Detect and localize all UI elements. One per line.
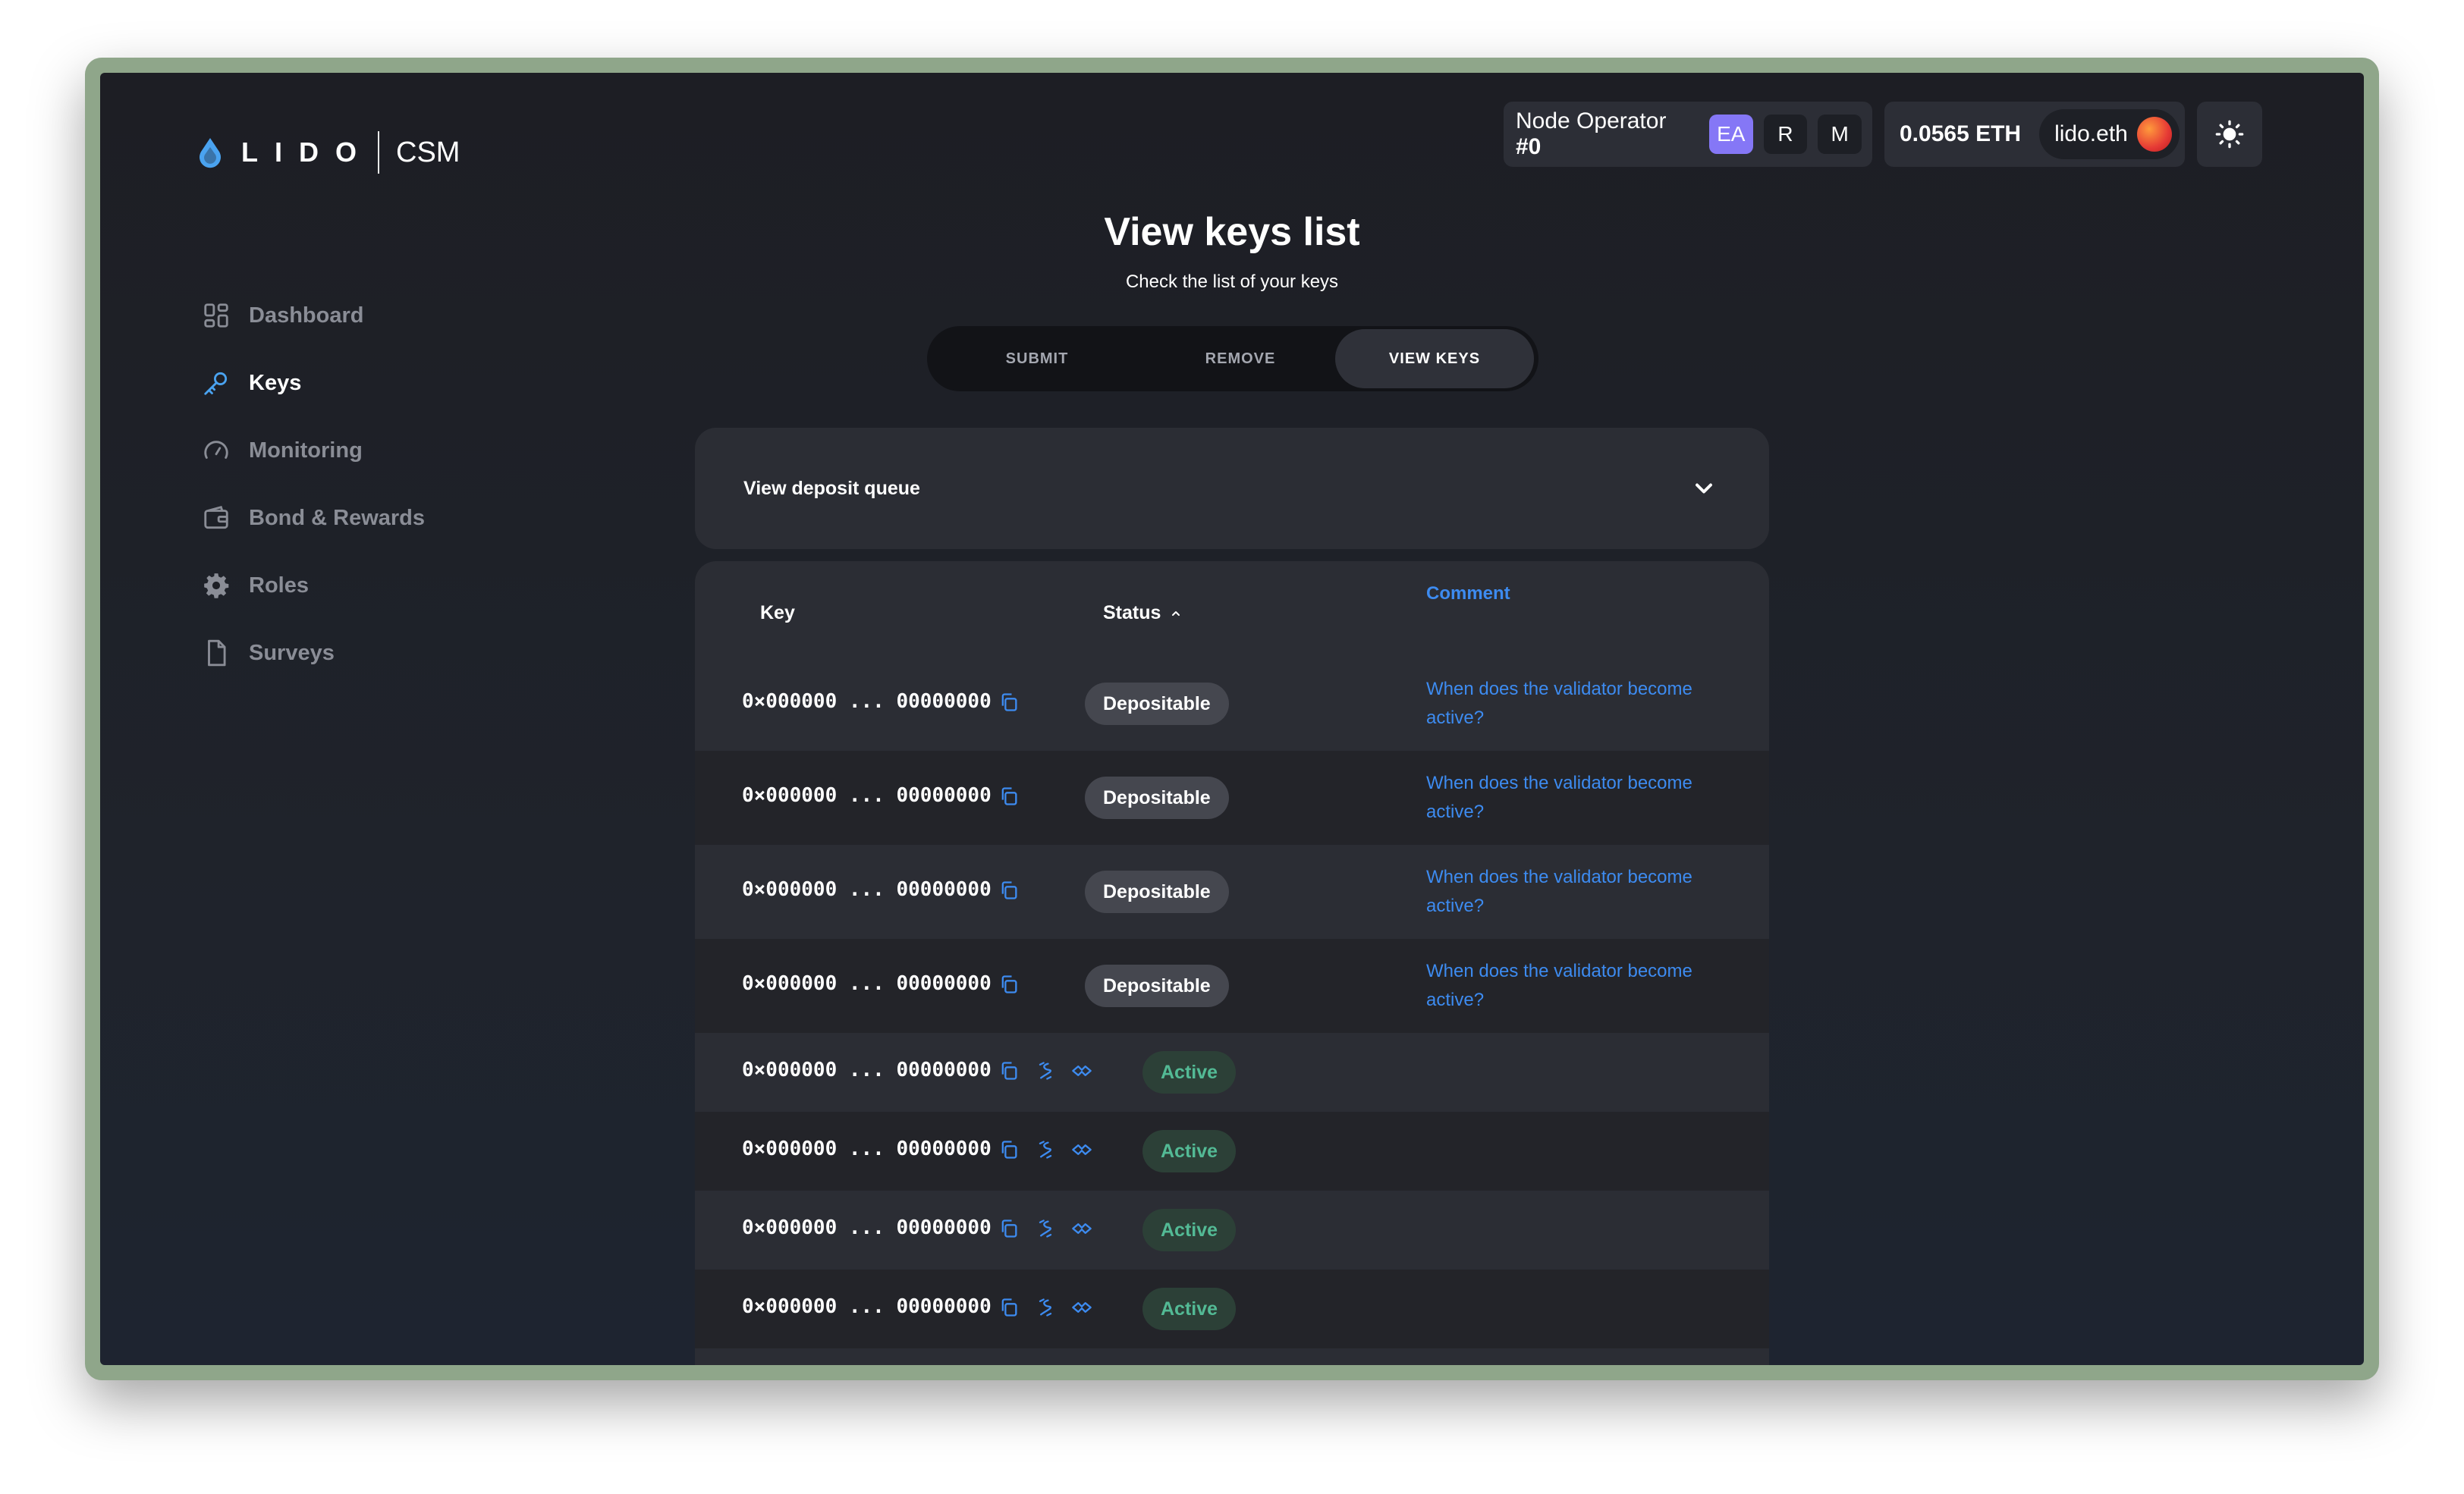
node-operator-switcher[interactable]: Node Operator #0 EA R M bbox=[1504, 102, 1872, 167]
logo-divider bbox=[378, 131, 379, 174]
table-row bbox=[695, 1348, 1769, 1365]
key-value: 0×000000 ... 00000000 bbox=[742, 1216, 992, 1239]
status-badge: Depositable bbox=[1085, 965, 1229, 1007]
logo-text: LIDO bbox=[241, 137, 373, 168]
table-header: Key Status Comment bbox=[695, 561, 1769, 657]
rated-icon[interactable] bbox=[1071, 1218, 1092, 1239]
tab-remove[interactable]: REMOVE bbox=[1141, 329, 1340, 388]
eth-balance: 0.0565 ETH bbox=[1900, 121, 2022, 146]
table-row: 0×000000 ... 00000000 Depositable When d… bbox=[695, 845, 1769, 939]
theme-toggle-button[interactable] bbox=[2197, 102, 2262, 167]
sidebar-item-label: Bond & Rewards bbox=[249, 505, 426, 530]
beaconcha-icon[interactable] bbox=[1035, 1139, 1056, 1160]
operator-label: Node Operator #0 bbox=[1516, 108, 1667, 159]
comment-link[interactable]: When does the validator become active? bbox=[1426, 957, 1730, 1015]
sidebar-item-label: Dashboard bbox=[249, 303, 364, 328]
gauge-icon bbox=[204, 441, 228, 459]
beaconcha-icon[interactable] bbox=[1035, 1297, 1056, 1318]
table-row: 0×000000 ... 00000000 Depositable When d… bbox=[695, 751, 1769, 845]
copy-icon[interactable] bbox=[998, 692, 1020, 713]
tab-submit[interactable]: SUBMIT bbox=[938, 329, 1136, 388]
status-badge: Active bbox=[1142, 1209, 1237, 1251]
status-badge: Active bbox=[1142, 1051, 1237, 1094]
gear-icon bbox=[204, 573, 229, 598]
comment-link[interactable]: When does the validator become active? bbox=[1426, 863, 1730, 921]
copy-icon[interactable] bbox=[998, 1139, 1020, 1160]
deposit-queue-label: View deposit queue bbox=[743, 477, 920, 499]
product-name: CSM bbox=[396, 136, 460, 168]
rated-icon[interactable] bbox=[1071, 1139, 1092, 1160]
comment-link[interactable]: When does the validator become active? bbox=[1426, 769, 1730, 827]
keys-table: Key Status Comment 0×000000 ... 00000000… bbox=[695, 561, 1769, 1365]
sidebar-item-roles[interactable]: Roles bbox=[202, 564, 425, 607]
sidebar-item-surveys[interactable]: Surveys bbox=[202, 632, 425, 674]
column-header-status[interactable]: Status bbox=[1103, 602, 1182, 624]
table-row: 0×000000 ... 00000000 Active bbox=[695, 1112, 1769, 1191]
dashboard-icon bbox=[204, 303, 228, 328]
sidebar-item-keys[interactable]: Keys bbox=[202, 362, 425, 404]
key-icon bbox=[204, 372, 228, 395]
page-subtitle: Check the list of your keys bbox=[1125, 271, 1339, 292]
sidebar-nav: Dashboard Keys Monitoring Bond & Rewards bbox=[202, 294, 425, 699]
comment-link[interactable]: When does the validator become active? bbox=[1426, 675, 1730, 733]
rated-icon[interactable] bbox=[1071, 1297, 1092, 1318]
status-badge: Depositable bbox=[1085, 683, 1229, 725]
copy-icon[interactable] bbox=[998, 974, 1020, 995]
table-row: 0×000000 ... 00000000 Active bbox=[695, 1033, 1769, 1112]
copy-icon[interactable] bbox=[998, 1218, 1020, 1239]
sidebar-item-monitoring[interactable]: Monitoring bbox=[202, 429, 425, 472]
role-chip-ea: EA bbox=[1708, 115, 1753, 154]
column-header-key: Key bbox=[760, 602, 795, 623]
key-value: 0×000000 ... 00000000 bbox=[742, 972, 992, 995]
column-header-comment: Comment bbox=[1426, 583, 1510, 604]
table-row: 0×000000 ... 00000000 Active bbox=[695, 1270, 1769, 1348]
status-badge: Depositable bbox=[1085, 777, 1229, 819]
status-badge: Active bbox=[1142, 1288, 1237, 1330]
key-value: 0×000000 ... 00000000 bbox=[742, 690, 992, 713]
status-badge: Active bbox=[1142, 1130, 1237, 1172]
key-value: 0×000000 ... 00000000 bbox=[742, 1295, 992, 1318]
tab-view-keys[interactable]: VIEW KEYS bbox=[1335, 329, 1534, 388]
beaconcha-icon[interactable] bbox=[1035, 1218, 1056, 1239]
avatar bbox=[2136, 117, 2172, 152]
deposit-queue-accordion[interactable]: View deposit queue bbox=[695, 428, 1769, 549]
table-row: 0×000000 ... 00000000 Active bbox=[695, 1191, 1769, 1270]
wallet-box[interactable]: 0.0565 ETH lido.eth bbox=[1884, 102, 2185, 167]
sidebar-item-label: Surveys bbox=[249, 640, 335, 665]
ens-name: lido.eth bbox=[2054, 121, 2128, 146]
app-logo[interactable]: LIDO CSM bbox=[197, 126, 460, 179]
beaconcha-icon[interactable] bbox=[1035, 1060, 1056, 1081]
sidebar-item-label: Keys bbox=[249, 370, 302, 395]
account-button[interactable]: lido.eth bbox=[2039, 109, 2180, 159]
chevron-down-icon bbox=[1696, 483, 1712, 494]
document-icon bbox=[208, 639, 226, 667]
key-value: 0×000000 ... 00000000 bbox=[742, 1138, 992, 1160]
copy-icon[interactable] bbox=[998, 1297, 1020, 1318]
lido-drop-icon bbox=[200, 138, 221, 168]
sidebar-item-label: Monitoring bbox=[249, 438, 363, 463]
table-row: 0×000000 ... 00000000 Depositable When d… bbox=[695, 657, 1769, 751]
window-frame: LIDO CSM Dashboard Keys Monitoring Bond … bbox=[85, 58, 2379, 1380]
sort-ascending-icon bbox=[1172, 611, 1180, 617]
page-title: View keys list bbox=[1104, 210, 1360, 254]
sidebar-item-label: Roles bbox=[249, 573, 309, 598]
copy-icon[interactable] bbox=[998, 1060, 1020, 1081]
wallet-icon bbox=[204, 506, 228, 529]
key-value: 0×000000 ... 00000000 bbox=[742, 1059, 992, 1081]
key-value: 0×000000 ... 00000000 bbox=[742, 784, 992, 807]
sidebar-item-dashboard[interactable]: Dashboard bbox=[202, 294, 425, 337]
keys-tab-switcher: SUBMIT REMOVE VIEW KEYS bbox=[927, 326, 1538, 391]
sidebar-item-bond-rewards[interactable]: Bond & Rewards bbox=[202, 497, 425, 539]
copy-icon[interactable] bbox=[998, 880, 1020, 901]
status-badge: Depositable bbox=[1085, 871, 1229, 913]
role-chip-m: M bbox=[1818, 115, 1862, 154]
rated-icon[interactable] bbox=[1071, 1060, 1092, 1081]
copy-icon[interactable] bbox=[998, 786, 1020, 807]
sun-icon bbox=[2215, 120, 2244, 149]
app-window: LIDO CSM Dashboard Keys Monitoring Bond … bbox=[100, 73, 2364, 1365]
table-row: 0×000000 ... 00000000 Depositable When d… bbox=[695, 939, 1769, 1033]
key-value: 0×000000 ... 00000000 bbox=[742, 878, 992, 901]
role-chip-r: R bbox=[1763, 115, 1808, 154]
